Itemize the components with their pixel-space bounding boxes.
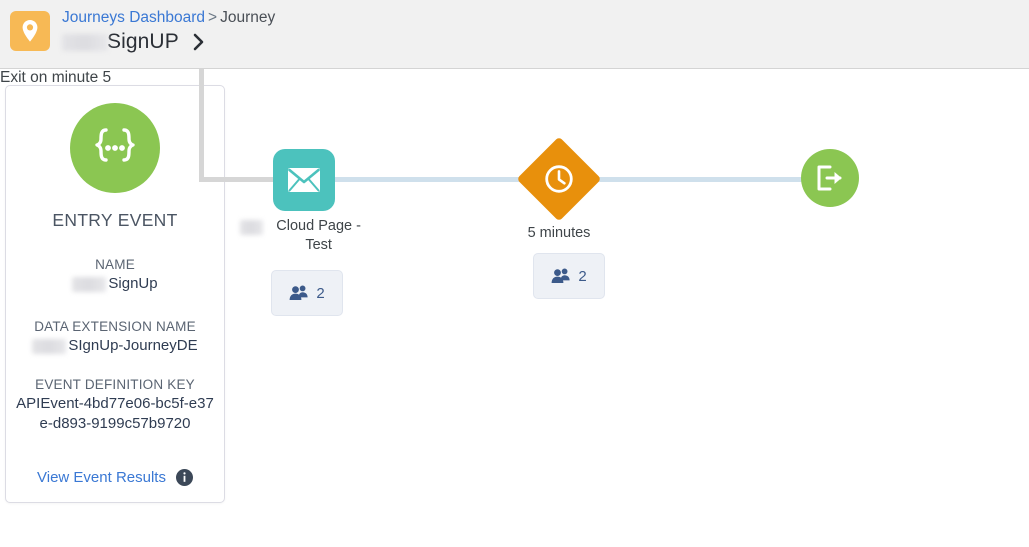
connector-entry-to-email — [199, 177, 279, 182]
breadcrumb-separator: > — [208, 9, 218, 26]
exit-arrow-icon — [814, 163, 846, 193]
breadcrumb-current: Journey — [220, 9, 276, 26]
envelope-icon — [287, 167, 321, 193]
flow-node-wait-count-badge[interactable]: 2 — [533, 253, 605, 299]
app-header: Journeys Dashboard > Journey SignUP — [0, 0, 1029, 69]
redacted-text-block — [240, 220, 264, 235]
entry-field-name-value-row: SignUp — [6, 274, 224, 294]
view-event-results-row: View Event Results — [6, 469, 224, 486]
flow-node-cloud-page-count: 2 — [316, 284, 325, 302]
flow-node-cloud-page[interactable] — [273, 149, 335, 211]
entry-field-event-definition-key: EVENT DEFINITION KEY APIEvent-4bd77e06-b… — [6, 376, 224, 434]
info-icon[interactable] — [175, 469, 193, 486]
chevron-right-icon[interactable] — [191, 32, 207, 52]
location-pin-icon — [20, 19, 40, 43]
entry-field-data-extension-label: DATA EXTENSION NAME — [34, 319, 196, 334]
flow-node-cloud-page-label: Cloud Page - Test — [240, 217, 370, 255]
connector-wait-to-exit — [585, 177, 813, 182]
entry-field-data-extension-value-row: SIgnUp-JourneyDE — [6, 336, 224, 356]
journey-app-logo — [10, 11, 50, 51]
flow-node-wait[interactable] — [516, 136, 602, 222]
flow-node-wait-label: 5 minutes — [527, 225, 591, 241]
connector-email-to-wait — [331, 177, 543, 182]
redacted-text-block — [62, 33, 108, 51]
entry-field-data-extension: DATA EXTENSION NAME SIgnUp-JourneyDE — [6, 318, 224, 356]
entry-field-name-label: NAME — [95, 257, 135, 272]
curly-braces-ellipsis-icon — [89, 126, 141, 170]
entry-field-event-definition-key-label: EVENT DEFINITION KEY — [35, 377, 195, 392]
connector-entry-vertical — [199, 69, 204, 179]
breadcrumb: Journeys Dashboard > Journey — [62, 8, 275, 28]
page-title: SignUP — [107, 30, 179, 53]
flow-node-cloud-page-label-text: Cloud Page - Test — [276, 218, 361, 253]
people-icon — [289, 285, 309, 301]
flow-node-wait-count: 2 — [578, 267, 587, 285]
redacted-text-block — [32, 338, 67, 354]
entry-event-card[interactable]: ENTRY EVENT NAME SignUp DATA EXTENSION N… — [5, 85, 225, 503]
flow-node-exit[interactable] — [801, 149, 859, 207]
people-icon — [551, 268, 571, 284]
view-event-results-link[interactable]: View Event Results — [37, 469, 166, 486]
redacted-text-block — [72, 276, 107, 292]
breadcrumb-journeys-dashboard-link[interactable]: Journeys Dashboard — [62, 9, 205, 26]
entry-field-name: NAME SignUp — [6, 256, 224, 294]
flow-node-cloud-page-count-badge[interactable]: 2 — [271, 270, 343, 316]
journey-canvas: ENTRY EVENT NAME SignUp DATA EXTENSION N… — [0, 69, 1029, 547]
journey-title-row: SignUP — [62, 27, 207, 57]
entry-event-heading: ENTRY EVENT — [52, 210, 178, 230]
entry-event-icon-circle — [70, 103, 160, 193]
entry-field-data-extension-value: SIgnUp-JourneyDE — [68, 337, 198, 354]
entry-field-name-value: SignUp — [108, 275, 158, 292]
entry-field-event-definition-key-value: APIEvent-4bd77e06-bc5f-e37e-d893-9199c57… — [16, 395, 214, 432]
